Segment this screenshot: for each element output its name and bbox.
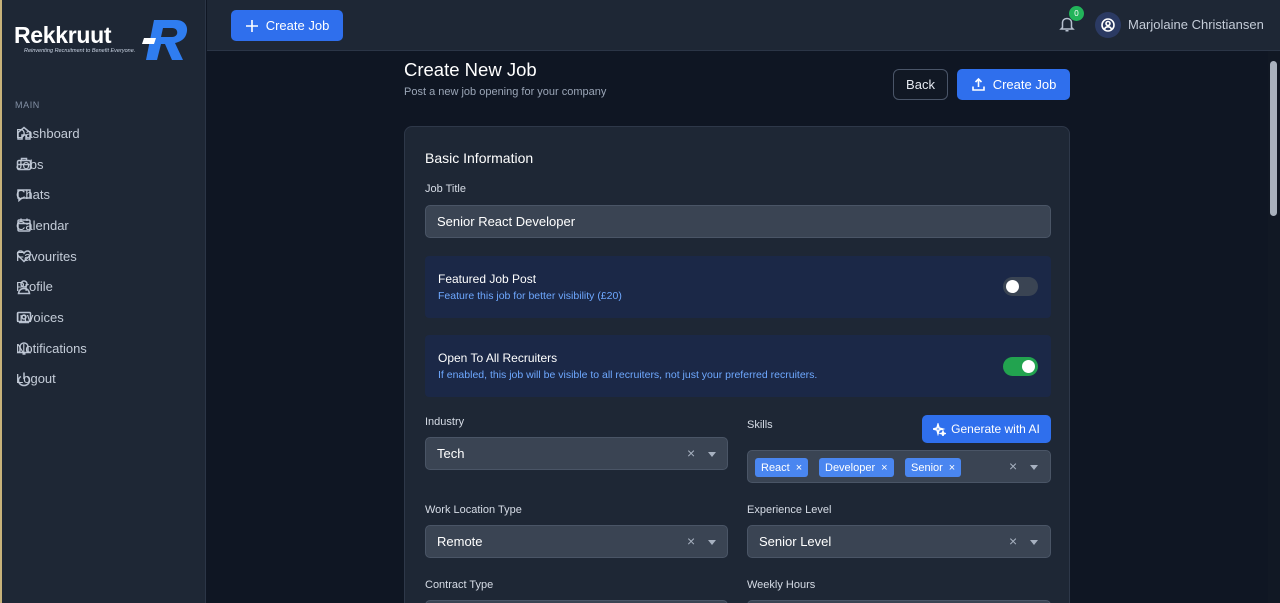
generate-with-ai-button[interactable]: Generate with AI bbox=[922, 415, 1051, 443]
topbar-create-job-label: Create Job bbox=[265, 18, 330, 33]
user-name[interactable]: Marjolaine Christiansen bbox=[1128, 17, 1264, 32]
plus-icon bbox=[245, 19, 258, 32]
open-recruiters-description: If enabled, this job will be visible to … bbox=[438, 369, 818, 381]
skill-chip-label: Senior bbox=[911, 461, 943, 474]
logo-mark-icon bbox=[142, 20, 188, 60]
chevron-down-icon[interactable] bbox=[1030, 465, 1038, 470]
industry-value: Tech bbox=[437, 446, 465, 461]
sidebar-item-chats[interactable]: Chats bbox=[2, 179, 206, 210]
job-title-value: Senior React Developer bbox=[437, 214, 576, 229]
sidebar-item-invoices[interactable]: Invoices bbox=[2, 302, 206, 333]
industry-select[interactable]: Tech × bbox=[425, 437, 728, 470]
scrollbar-thumb[interactable] bbox=[1270, 61, 1277, 216]
page-scrollbar[interactable] bbox=[1268, 51, 1280, 603]
sidebar-item-notifications[interactable]: Notifications bbox=[2, 333, 206, 364]
create-job-button[interactable]: Create Job bbox=[957, 69, 1070, 100]
open-recruiters-panel: Open To All Recruiters If enabled, this … bbox=[425, 335, 1051, 397]
clear-icon[interactable]: × bbox=[1009, 458, 1017, 474]
featured-job-panel: Featured Job Post Feature this job for b… bbox=[425, 256, 1051, 318]
job-title-label: Job Title bbox=[425, 183, 466, 195]
sidebar-item-label: Notifications bbox=[16, 340, 87, 356]
page-subtitle: Post a new job opening for your company bbox=[404, 86, 607, 98]
chevron-down-icon[interactable] bbox=[708, 452, 716, 457]
contract-type-label: Contract Type bbox=[425, 579, 494, 591]
brand-logo[interactable]: Rekkruut Reinventing Recruitment to Bene… bbox=[14, 14, 194, 66]
featured-job-toggle[interactable] bbox=[1003, 277, 1038, 296]
clear-icon[interactable]: × bbox=[687, 445, 695, 461]
sidebar-item-label: Calendar bbox=[16, 217, 69, 233]
chevron-down-icon[interactable] bbox=[708, 540, 716, 545]
user-circle-icon bbox=[1101, 18, 1115, 32]
back-button[interactable]: Back bbox=[893, 69, 948, 100]
sidebar-item-label: Logout bbox=[16, 371, 56, 387]
featured-job-description: Feature this job for better visibility (… bbox=[438, 290, 622, 302]
basic-information-card: Basic Information Job Title Senior React… bbox=[404, 126, 1070, 603]
sparkle-icon bbox=[933, 422, 947, 436]
work-location-label: Work Location Type bbox=[425, 504, 522, 516]
skill-chip: Senior × bbox=[905, 458, 962, 477]
sidebar: Rekkruut Reinventing Recruitment to Bene… bbox=[0, 0, 206, 603]
job-title-input[interactable]: Senior React Developer bbox=[425, 205, 1051, 238]
page-title: Create New Job bbox=[404, 59, 537, 80]
sidebar-nav: Dashboard Jobs Chats Calendar Favourites… bbox=[2, 118, 206, 394]
weekly-hours-label: Weekly Hours bbox=[747, 579, 816, 591]
toggle-knob bbox=[1022, 360, 1035, 373]
skill-chip: Developer × bbox=[819, 458, 894, 477]
sidebar-item-label: Jobs bbox=[16, 156, 44, 172]
skills-select[interactable]: React × Developer × Senior × × bbox=[747, 450, 1051, 483]
topbar: Create Job 0 Marjolaine Christiansen bbox=[207, 0, 1280, 51]
skill-chip-label: Developer bbox=[825, 461, 876, 474]
work-location-select[interactable]: Remote × bbox=[425, 525, 728, 558]
featured-job-title: Featured Job Post bbox=[438, 272, 537, 286]
toggle-knob bbox=[1006, 280, 1019, 293]
open-recruiters-title: Open To All Recruiters bbox=[438, 351, 558, 365]
brand-name: Rekkruut bbox=[14, 22, 112, 48]
sidebar-item-favourites[interactable]: Favourites bbox=[2, 241, 206, 272]
brand-tagline: Reinventing Recruitment to Benefit Every… bbox=[24, 48, 136, 54]
topbar-create-job-button[interactable]: Create Job bbox=[231, 10, 343, 41]
remove-chip-icon[interactable]: × bbox=[796, 462, 802, 474]
sidebar-item-logout[interactable]: Logout bbox=[2, 364, 206, 395]
skill-chip: React × bbox=[755, 458, 809, 477]
sidebar-item-label: Profile bbox=[16, 279, 53, 295]
clear-icon[interactable]: × bbox=[1009, 533, 1017, 549]
nav-section-label: MAIN bbox=[15, 100, 40, 110]
remove-chip-icon[interactable]: × bbox=[881, 462, 887, 474]
sidebar-item-jobs[interactable]: Jobs bbox=[2, 149, 206, 180]
sidebar-item-label: Invoices bbox=[16, 309, 64, 325]
generate-with-ai-label: Generate with AI bbox=[951, 422, 1040, 436]
notification-count-badge: 0 bbox=[1069, 6, 1084, 21]
sidebar-item-label: Dashboard bbox=[16, 125, 80, 141]
sidebar-item-label: Favourites bbox=[16, 248, 77, 264]
chevron-down-icon[interactable] bbox=[1030, 540, 1038, 545]
experience-value: Senior Level bbox=[759, 534, 832, 549]
remove-chip-icon[interactable]: × bbox=[949, 462, 955, 474]
create-job-label: Create Job bbox=[992, 77, 1057, 92]
work-location-value: Remote bbox=[437, 534, 483, 549]
upload-icon bbox=[971, 77, 985, 91]
industry-label: Industry bbox=[425, 416, 465, 428]
skill-chip-label: React bbox=[761, 461, 790, 474]
sidebar-item-profile[interactable]: Profile bbox=[2, 271, 206, 302]
clear-icon[interactable]: × bbox=[687, 533, 695, 549]
avatar[interactable] bbox=[1095, 12, 1121, 38]
sidebar-item-calendar[interactable]: Calendar bbox=[2, 210, 206, 241]
skills-label: Skills bbox=[747, 419, 773, 431]
section-title: Basic Information bbox=[425, 150, 534, 166]
experience-label: Experience Level bbox=[747, 504, 832, 516]
open-recruiters-toggle[interactable] bbox=[1003, 357, 1038, 376]
sidebar-item-dashboard[interactable]: Dashboard bbox=[2, 118, 206, 149]
experience-select[interactable]: Senior Level × bbox=[747, 525, 1051, 558]
sidebar-item-label: Chats bbox=[16, 187, 50, 203]
